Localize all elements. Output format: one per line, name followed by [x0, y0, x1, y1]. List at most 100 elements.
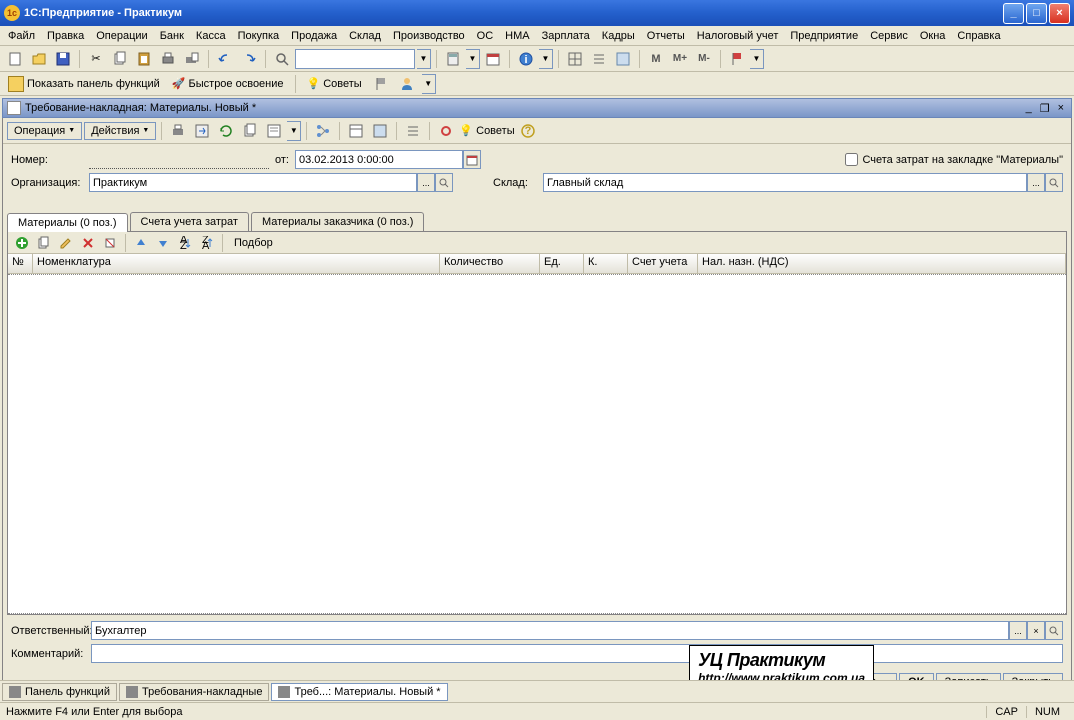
doc-copy-icon[interactable] — [239, 120, 261, 142]
grid-sort-desc-icon[interactable]: ZA — [197, 234, 217, 252]
menu-tax[interactable]: Налоговый учет — [691, 28, 785, 44]
paste-icon[interactable] — [133, 48, 155, 70]
help-icon[interactable]: i — [515, 48, 537, 70]
flag2-icon[interactable] — [370, 73, 392, 95]
search-field[interactable] — [295, 49, 415, 69]
menu-production[interactable]: Производство — [387, 28, 471, 44]
task-panel[interactable]: Панель функций — [2, 683, 117, 701]
tips-button[interactable]: 💡 Советы — [303, 75, 366, 92]
actions-dropdown[interactable]: Действия▼ — [84, 122, 156, 140]
warehouse-select-button[interactable]: ... — [1027, 173, 1045, 192]
col-account[interactable]: Счет учета — [628, 254, 698, 273]
doc-close-icon[interactable]: × — [1055, 102, 1067, 114]
undo-icon[interactable] — [214, 48, 236, 70]
doc-basis-dropdown[interactable]: ▼ — [287, 121, 301, 141]
help-dropdown[interactable]: ▼ — [539, 49, 553, 69]
menu-hr[interactable]: Кадры — [596, 28, 641, 44]
grid-copy-icon[interactable] — [34, 234, 54, 252]
user-dropdown[interactable]: ▼ — [422, 74, 436, 94]
grid-delete-icon[interactable] — [78, 234, 98, 252]
col-num[interactable]: № — [8, 254, 33, 273]
responsible-open-button[interactable] — [1045, 621, 1063, 640]
col-k[interactable]: К. — [584, 254, 628, 273]
menu-enterprise[interactable]: Предприятие — [784, 28, 864, 44]
costs-tab-checkbox[interactable] — [845, 153, 858, 166]
grid-selection-button[interactable]: Подбор — [228, 235, 279, 251]
org-select-button[interactable]: ... — [417, 173, 435, 192]
flag-icon[interactable] — [726, 48, 748, 70]
calendar-icon[interactable] — [482, 48, 504, 70]
tab-cost-accounts[interactable]: Счета учета затрат — [130, 212, 249, 231]
cut-icon[interactable]: ✂ — [85, 48, 107, 70]
menu-cash[interactable]: Касса — [190, 28, 232, 44]
col-unit[interactable]: Ед. — [540, 254, 584, 273]
grid-add-icon[interactable] — [12, 234, 32, 252]
grid-icon[interactable] — [564, 48, 586, 70]
copy-icon[interactable] — [109, 48, 131, 70]
menu-service[interactable]: Сервис — [864, 28, 914, 44]
number-input[interactable] — [89, 151, 269, 169]
task-requirements[interactable]: Требования-накладные — [119, 683, 270, 701]
menu-os[interactable]: ОС — [471, 28, 500, 44]
tab-customer-materials[interactable]: Материалы заказчика (0 поз.) — [251, 212, 425, 231]
comment-input[interactable] — [91, 644, 1063, 663]
form-icon[interactable] — [612, 48, 634, 70]
open-icon[interactable] — [28, 48, 50, 70]
grid-body[interactable] — [8, 274, 1066, 614]
m-plus-icon[interactable]: M+ — [669, 48, 691, 70]
menu-help[interactable]: Справка — [951, 28, 1006, 44]
doc-tips-button[interactable]: 💡 Советы — [459, 124, 514, 137]
show-panel-button[interactable]: Показать панель функций — [4, 74, 164, 94]
find-icon[interactable] — [271, 48, 293, 70]
responsible-select-button[interactable]: ... — [1009, 621, 1027, 640]
grid-sort-asc-icon[interactable]: AZ — [175, 234, 195, 252]
search-dropdown[interactable]: ▼ — [417, 49, 431, 69]
m-minus-icon[interactable]: M- — [693, 48, 715, 70]
print-preview-icon[interactable] — [181, 48, 203, 70]
user-icon[interactable] — [396, 73, 418, 95]
calendar-picker-icon[interactable] — [463, 150, 481, 169]
operation-dropdown[interactable]: Операция▼ — [7, 122, 82, 140]
doc-go-icon[interactable] — [191, 120, 213, 142]
flag-dropdown[interactable]: ▼ — [750, 49, 764, 69]
date-input[interactable] — [295, 150, 463, 169]
task-current[interactable]: Треб...: Материалы. Новый * — [271, 683, 447, 701]
warehouse-input[interactable] — [543, 173, 1027, 192]
calc-dropdown[interactable]: ▼ — [466, 49, 480, 69]
doc-basis-icon[interactable] — [263, 120, 285, 142]
tab-materials[interactable]: Материалы (0 поз.) — [7, 213, 128, 232]
save-icon[interactable] — [52, 48, 74, 70]
col-quantity[interactable]: Количество — [440, 254, 540, 273]
new-doc-icon[interactable] — [4, 48, 26, 70]
doc-list-icon[interactable] — [402, 120, 424, 142]
col-vat[interactable]: Нал. назн. (НДС) — [698, 254, 1066, 273]
doc-help-icon[interactable]: ? — [517, 120, 539, 142]
doc-print-icon[interactable] — [167, 120, 189, 142]
menu-salary[interactable]: Зарплата — [536, 28, 596, 44]
quick-start-button[interactable]: 🚀 Быстрое освоение — [168, 75, 288, 92]
m-icon[interactable]: M — [645, 48, 667, 70]
doc-restore-icon[interactable]: ❐ — [1037, 102, 1053, 115]
grid-up-icon[interactable] — [131, 234, 151, 252]
grid-clear-icon[interactable] — [100, 234, 120, 252]
warehouse-open-button[interactable] — [1045, 173, 1063, 192]
doc-minimize-icon[interactable]: _ — [1023, 102, 1035, 114]
menu-file[interactable]: Файл — [2, 28, 41, 44]
maximize-button[interactable]: □ — [1026, 3, 1047, 24]
col-nomenclature[interactable]: Номенклатура — [33, 254, 440, 273]
grid-edit-icon[interactable] — [56, 234, 76, 252]
menu-sale[interactable]: Продажа — [285, 28, 343, 44]
print-icon[interactable] — [157, 48, 179, 70]
doc-structure-icon[interactable] — [312, 120, 334, 142]
menu-purchase[interactable]: Покупка — [232, 28, 286, 44]
menu-windows[interactable]: Окна — [914, 28, 952, 44]
doc-settings-icon[interactable] — [435, 120, 457, 142]
menu-bank[interactable]: Банк — [154, 28, 190, 44]
doc-refresh-icon[interactable] — [215, 120, 237, 142]
org-input[interactable] — [89, 173, 417, 192]
redo-icon[interactable] — [238, 48, 260, 70]
menu-warehouse[interactable]: Склад — [343, 28, 387, 44]
calculator-icon[interactable] — [442, 48, 464, 70]
grid-down-icon[interactable] — [153, 234, 173, 252]
org-open-button[interactable] — [435, 173, 453, 192]
